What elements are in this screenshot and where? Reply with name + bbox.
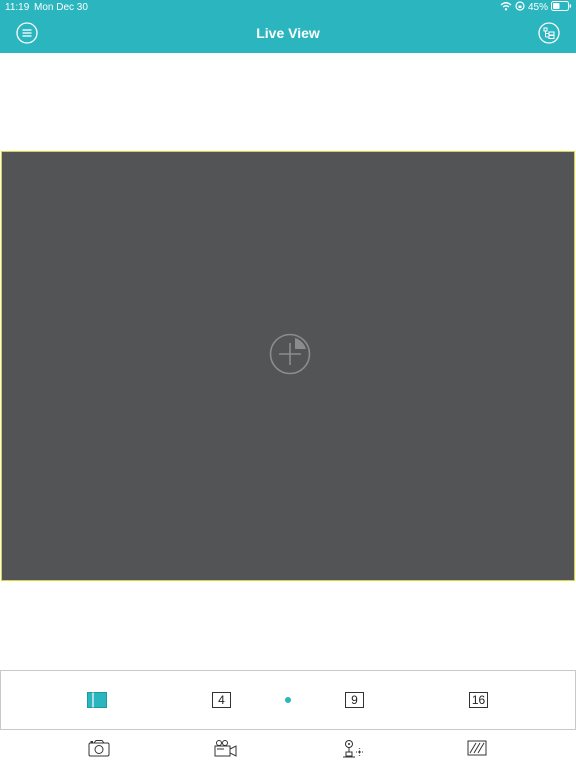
orientation-lock-icon <box>515 1 525 14</box>
layout-4-label: 4 <box>218 693 225 707</box>
add-camera-icon <box>268 333 312 380</box>
layout-16-button[interactable]: 16 <box>469 692 488 708</box>
ptz-button[interactable] <box>342 739 364 759</box>
battery-percent: 45% <box>527 2 548 13</box>
add-camera-button[interactable] <box>268 332 312 376</box>
single-window-icon <box>87 692 107 712</box>
image-adjust-button[interactable] <box>467 739 487 759</box>
page-indicator-dot <box>285 697 291 703</box>
battery-icon <box>551 1 572 14</box>
wifi-icon <box>500 1 512 14</box>
record-video-icon <box>214 740 238 761</box>
device-list-button[interactable] <box>538 22 560 44</box>
status-indicators: 45% <box>500 1 572 14</box>
image-adjust-icon <box>467 740 487 761</box>
ptz-control-icon <box>342 740 364 763</box>
layout-9-button[interactable]: 9 <box>345 692 364 708</box>
device-tree-icon <box>538 22 560 44</box>
layout-9-label: 9 <box>351 693 358 707</box>
status-date: Mon Dec 30 <box>34 2 88 13</box>
camera-snapshot-icon <box>88 740 110 761</box>
snapshot-button[interactable] <box>88 739 110 759</box>
page-title: Live View <box>256 25 320 41</box>
layout-4-button[interactable]: 4 <box>212 692 231 708</box>
status-time: 11:19 <box>5 2 30 13</box>
record-button[interactable] <box>214 739 238 759</box>
layout-16-label: 16 <box>471 693 486 707</box>
layout-1-button[interactable] <box>87 692 107 708</box>
header-bar: 11:19 Mon Dec 30 45% Live View <box>0 0 576 53</box>
